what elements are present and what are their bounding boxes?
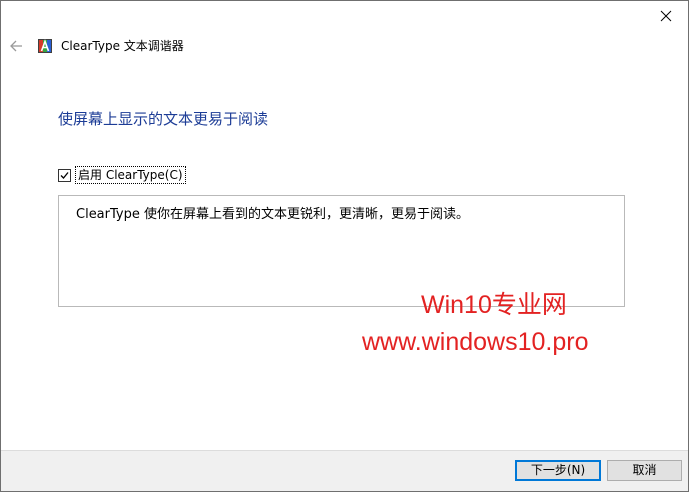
footer-bar: 下一步(N) 取消 xyxy=(1,450,688,491)
cleartype-wizard-window: ClearType 文本调谐器 使屏幕上显示的文本更易于阅读 启用 ClearT… xyxy=(0,0,689,492)
enable-cleartype-label[interactable]: 启用 ClearType(C) xyxy=(75,166,186,184)
description-text: ClearType 使你在屏幕上看到的文本更锐利，更清晰，更易于阅读。 xyxy=(76,207,469,222)
next-button[interactable]: 下一步(N) xyxy=(515,460,601,481)
close-icon xyxy=(660,10,672,22)
enable-cleartype-checkbox[interactable] xyxy=(58,168,71,182)
watermark-url: www.windows10.pro xyxy=(362,328,589,356)
page-heading: 使屏幕上显示的文本更易于阅读 xyxy=(58,110,269,128)
back-arrow-icon xyxy=(10,40,22,52)
close-button[interactable] xyxy=(644,1,688,31)
window-title: ClearType 文本调谐器 xyxy=(61,39,184,53)
back-button[interactable] xyxy=(9,38,25,54)
cleartype-app-icon xyxy=(38,39,52,53)
cancel-button[interactable]: 取消 xyxy=(607,460,682,481)
checkmark-icon xyxy=(60,171,69,179)
watermark-site-name: Win10专业网 xyxy=(421,291,567,319)
enable-cleartype-option[interactable]: 启用 ClearType(C) xyxy=(58,166,186,184)
